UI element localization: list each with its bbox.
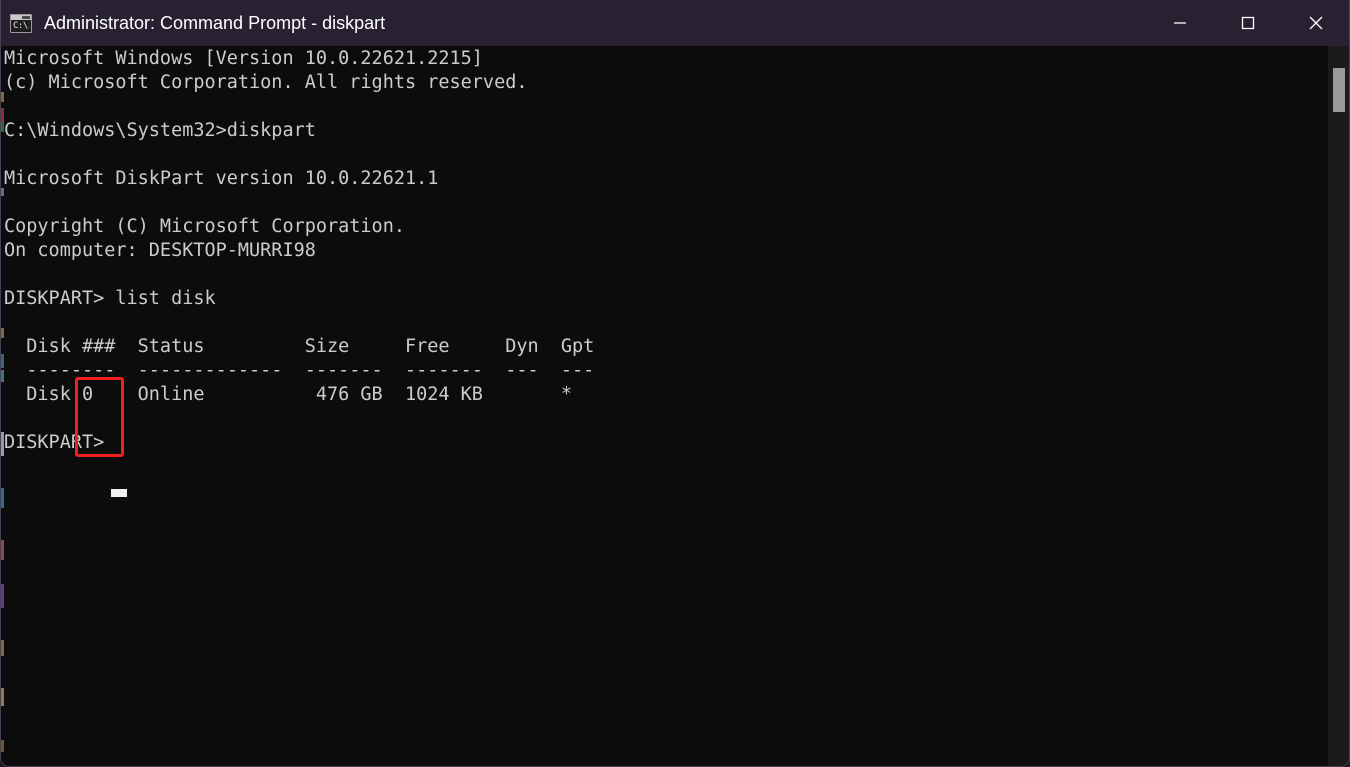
terminal-output-area[interactable]: Microsoft Windows [Version 10.0.22621.22… xyxy=(0,46,1350,767)
text-cursor xyxy=(111,489,127,497)
command-prompt-window: C:\. Administrator: Command Prompt - dis… xyxy=(0,0,1350,767)
left-edge-mark xyxy=(0,370,4,382)
vertical-scrollbar[interactable] xyxy=(1328,46,1350,767)
console-line: DISKPART> list disk xyxy=(4,288,216,309)
console-line: Microsoft DiskPart version 10.0.22621.1 xyxy=(4,168,439,189)
console-line: DISKPART> xyxy=(4,432,105,453)
left-edge-mark xyxy=(0,108,4,122)
maximize-button[interactable] xyxy=(1214,0,1282,46)
console-line: Disk ### Status Size Free Dyn Gpt xyxy=(4,336,595,357)
left-edge-mark xyxy=(0,188,4,196)
console-line: Disk 0 Online 476 GB 1024 KB * xyxy=(4,384,573,405)
left-edge-mark xyxy=(0,640,4,656)
close-button[interactable] xyxy=(1282,0,1350,46)
console-line: On computer: DESKTOP-MURRI98 xyxy=(4,240,316,261)
console-line: Copyright (C) Microsoft Corporation. xyxy=(4,216,405,237)
console-text: Microsoft Windows [Version 10.0.22621.22… xyxy=(0,46,594,455)
cmd-icon-prompt-glyph: C:\. xyxy=(13,20,30,31)
left-edge-marks xyxy=(0,92,4,767)
left-edge-mark xyxy=(0,354,4,368)
left-edge-mark xyxy=(0,432,4,456)
left-edge-mark xyxy=(0,92,4,102)
cmd-icon: C:\. xyxy=(10,13,32,33)
left-edge-mark xyxy=(0,540,4,560)
title-bar[interactable]: C:\. Administrator: Command Prompt - dis… xyxy=(0,0,1350,46)
left-edge-mark xyxy=(0,688,4,706)
minimize-button[interactable] xyxy=(1146,0,1214,46)
console-line: -------- ------------- ------- ------- -… xyxy=(4,360,595,381)
window-title: Administrator: Command Prompt - diskpart xyxy=(44,13,386,33)
scrollbar-thumb[interactable] xyxy=(1333,68,1345,112)
left-edge-mark xyxy=(0,328,4,338)
left-edge-mark xyxy=(0,740,4,752)
left-edge-mark xyxy=(0,122,4,132)
left-edge-mark xyxy=(0,488,4,508)
console-line: (c) Microsoft Corporation. All rights re… xyxy=(4,72,528,93)
console-line: Microsoft Windows [Version 10.0.22621.22… xyxy=(4,48,483,69)
left-edge-mark xyxy=(0,584,4,608)
console-line: C:\Windows\System32>diskpart xyxy=(4,120,316,141)
